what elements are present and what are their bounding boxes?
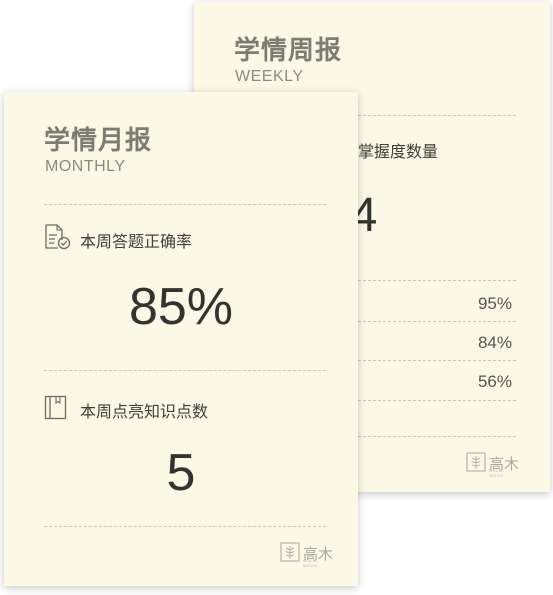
book-icon (44, 395, 67, 420)
weekly-divider-2 (358, 321, 516, 322)
monthly-divider-mid (44, 370, 326, 371)
report-stage: 学情周报 WEEKLY 掌握度数量 4 95% 84% 56% 高木 GOLD-… (0, 0, 553, 595)
monthly-title: 学情月报 (44, 126, 153, 156)
weekly-divider-bottom (358, 436, 516, 437)
leaf-logo-icon (280, 542, 300, 562)
weekly-section-label: 掌握度数量 (358, 142, 439, 161)
weekly-pct-3: 56% (477, 372, 512, 391)
weekly-logo-sub: GOLD-WOOD (489, 468, 505, 478)
weekly-title: 学情周报 (234, 36, 343, 66)
weekly-pct-2: 84% (477, 333, 512, 352)
weekly-logo: 高木 GOLD-WOOD (466, 452, 519, 478)
monthly-subtitle: MONTHLY (45, 158, 126, 175)
monthly-logo-sub: GOLD-WOOD (303, 558, 319, 568)
leaf-logo-icon (466, 452, 486, 472)
weekly-divider-1 (358, 280, 516, 281)
monthly-logo: 高木 GOLD-WOOD (280, 542, 333, 568)
weekly-subtitle: WEEKLY (235, 68, 304, 85)
document-check-icon (45, 224, 71, 250)
monthly-divider-top (44, 204, 326, 205)
weekly-divider-3 (358, 360, 516, 361)
monthly-report-card[interactable]: 学情月报 MONTHLY 本周答题正确率 85% 本周点亮知识点数 5 高木 G… (4, 92, 358, 586)
weekly-divider-4 (358, 400, 516, 401)
accuracy-label: 本周答题正确率 (80, 232, 193, 251)
knowledge-value: 5 (166, 444, 196, 502)
knowledge-label: 本周点亮知识点数 (80, 402, 209, 421)
weekly-pct-1: 95% (477, 294, 512, 313)
monthly-divider-bottom (44, 526, 326, 527)
weekly-divider-top (358, 115, 516, 116)
accuracy-value: 85% (128, 278, 234, 336)
